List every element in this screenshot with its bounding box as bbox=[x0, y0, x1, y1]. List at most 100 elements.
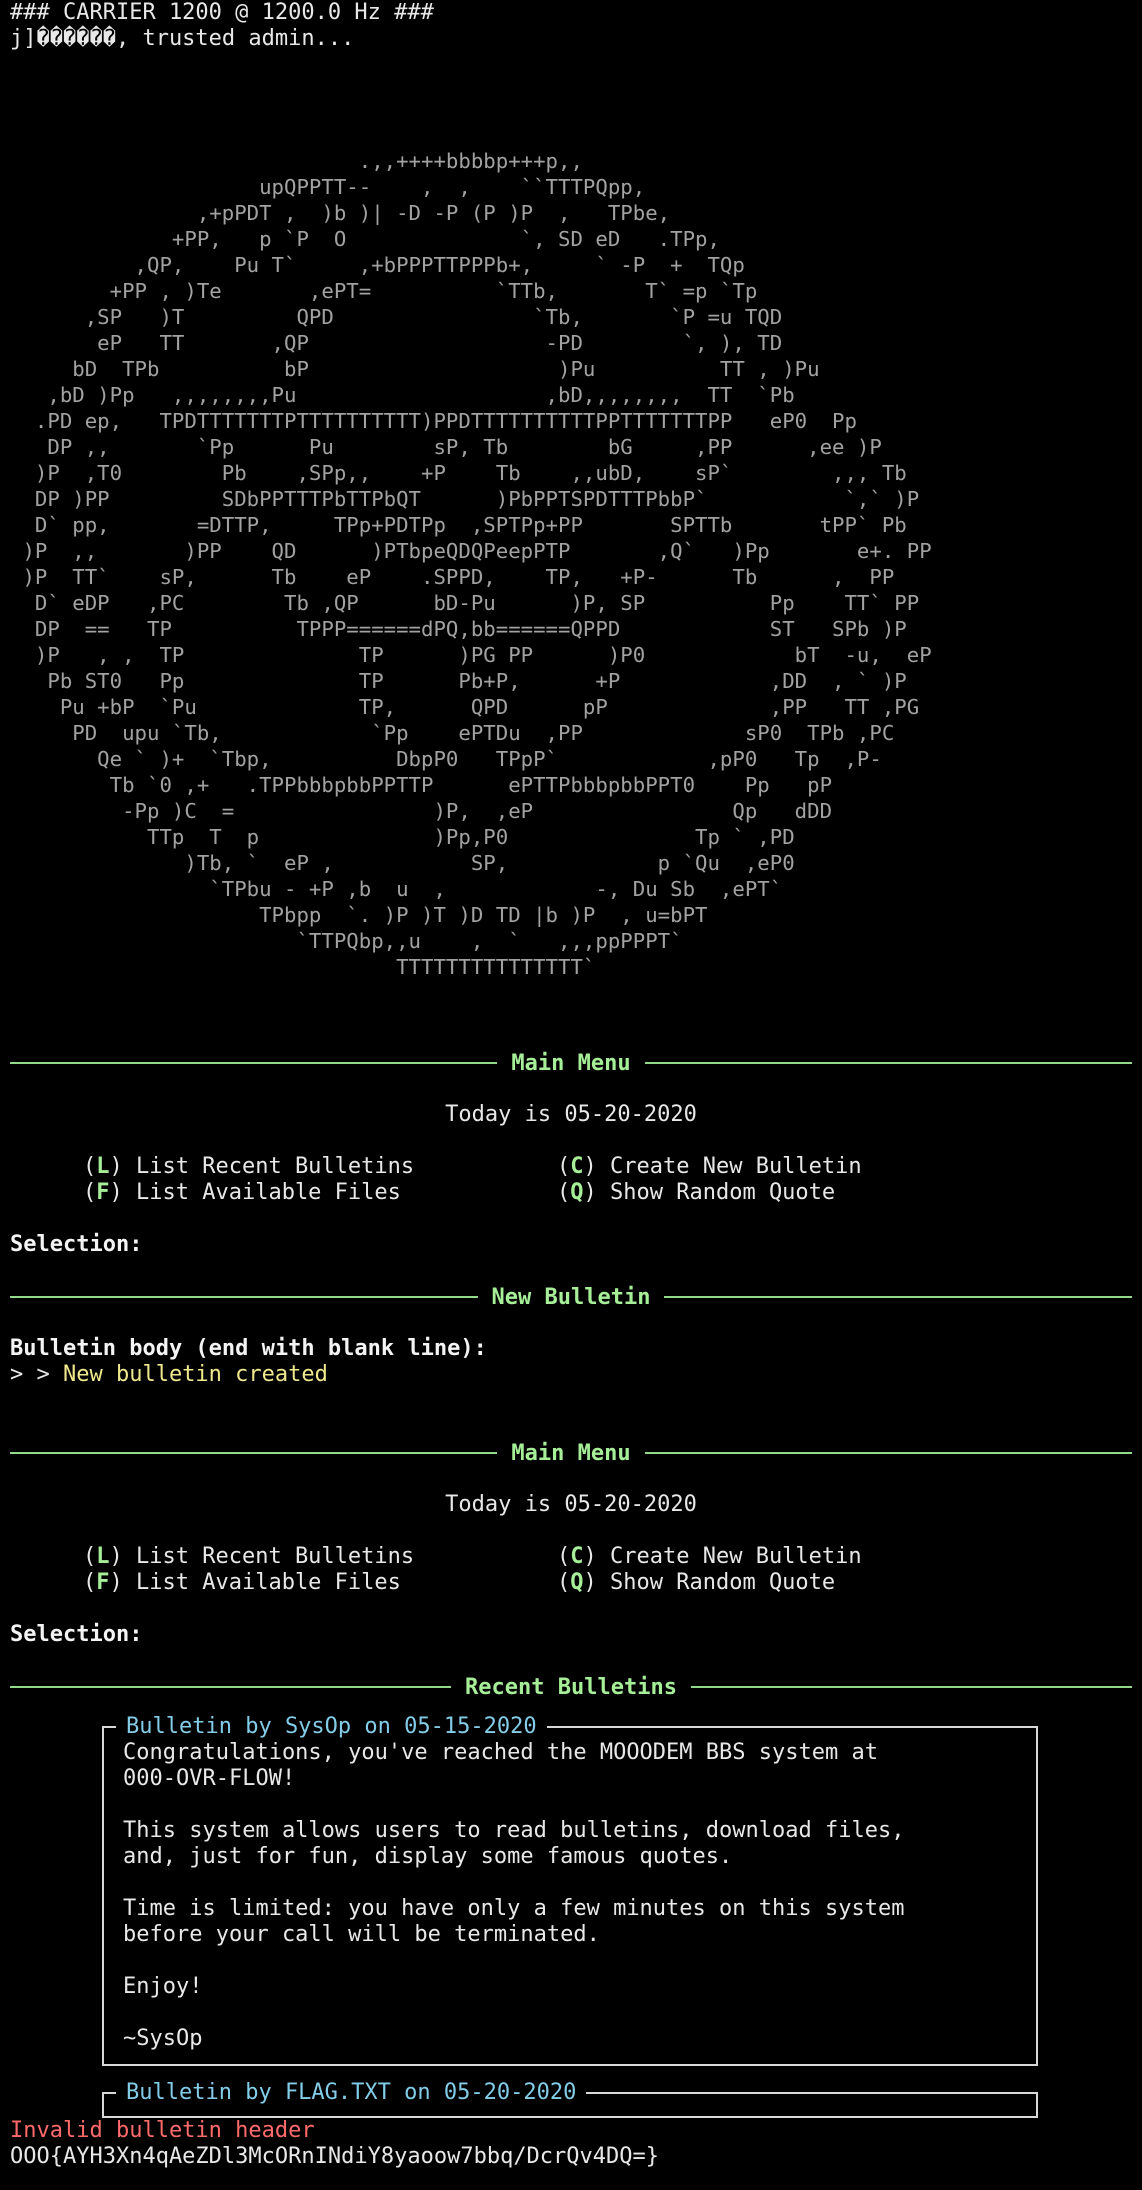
bulletin-created-message: New bulletin created bbox=[62, 1362, 328, 1387]
ascii-art-line: ,SP )T QPD `Tb, `P =u TQD bbox=[10, 305, 783, 329]
ascii-art-line: ,+pPDT , )b )| -D -P (P )P , TPbe, bbox=[10, 201, 671, 225]
ascii-art-line: Pu +bP `Pu TP, QPD pP ,PP TT ,PG bbox=[10, 695, 920, 719]
menu-item-list-bulletins[interactable]: (L) List Recent Bulletins bbox=[10, 1154, 557, 1180]
menu-key: F bbox=[96, 1570, 110, 1595]
bulletin-line bbox=[123, 1870, 1036, 1896]
ascii-art-line: TTp T p )Pp,P0 Tp ` ,PD bbox=[10, 825, 795, 849]
ascii-art-line: +PP , )Te ,ePT= `TTb, T` =p `Tp bbox=[10, 279, 758, 303]
ascii-art-line: `TPbu - +P ,b u , -, Du Sb ,ePT` bbox=[10, 877, 783, 901]
bulletin-line bbox=[123, 1792, 1036, 1818]
bulletin-body-prompt: Bulletin body (end with blank line): bbox=[10, 1336, 487, 1361]
ascii-art-line: )P ,T0 Pb ,SPp,, +P Tb ,,ubD, sP` ,,, Tb bbox=[10, 461, 907, 485]
ascii-art-line: )Tb, ` eP , SP, p `Qu ,eP0 bbox=[10, 851, 795, 875]
bulletin-input-line[interactable]: > > New bulletin created bbox=[10, 1362, 1132, 1388]
divider bbox=[10, 1062, 498, 1064]
ascii-art-line: `TTPQbp,,u , ` ,,,ppPPPT` bbox=[10, 929, 683, 953]
bulletin-line: This system allows users to read bulleti… bbox=[123, 1818, 905, 1843]
ascii-art-line: bD TPb bP )Pu TT , )Pu bbox=[10, 357, 820, 381]
bulletin-box: Bulletin by FLAG.TXT on 05-20-2020 bbox=[102, 2080, 1038, 2118]
menu-row: (F) List Available Files (Q) Show Random… bbox=[10, 1570, 1132, 1596]
menu-item-label: List Recent Bulletins bbox=[136, 1154, 415, 1179]
ascii-art-line: )P ,, )PP QD )PTbpeQDQPeepPTP ,Q` )Pp e+… bbox=[10, 539, 932, 563]
divider bbox=[10, 1296, 478, 1298]
main-menu-header: Main Menu bbox=[10, 1440, 1132, 1466]
menu-key: L bbox=[96, 1544, 110, 1569]
section-title: Main Menu bbox=[511, 1440, 631, 1466]
menu-item-create-bulletin[interactable]: (C) Create New Bulletin bbox=[557, 1544, 1104, 1570]
section-title: Main Menu bbox=[511, 1050, 631, 1076]
menu-item-list-bulletins[interactable]: (L) List Recent Bulletins bbox=[10, 1544, 557, 1570]
bulletin-header: Bulletin by SysOp on 05-15-2020 bbox=[116, 1714, 547, 1740]
menu-key: Q bbox=[570, 1570, 584, 1595]
ascii-art-line: .,,++++bbbbp+++p,, bbox=[10, 149, 583, 173]
menu-item-create-bulletin[interactable]: (C) Create New Bulletin bbox=[557, 1154, 1104, 1180]
menu-item-list-files[interactable]: (F) List Available Files bbox=[10, 1180, 557, 1206]
ascii-art-line: TTTTTTTTTTTTTTT` bbox=[10, 955, 596, 979]
menu-key: L bbox=[96, 1154, 110, 1179]
carrier-line: ### CARRIER 1200 @ 1200.0 Hz ### bbox=[10, 0, 434, 25]
menu-key: F bbox=[96, 1180, 110, 1205]
menu-key: Q bbox=[570, 1180, 584, 1205]
section-title: New Bulletin bbox=[491, 1284, 651, 1310]
menu-item-random-quote[interactable]: (Q) Show Random Quote bbox=[557, 1180, 1104, 1206]
menu-key: C bbox=[570, 1154, 584, 1179]
bulletin-header: Bulletin by FLAG.TXT on 05-20-2020 bbox=[116, 2080, 587, 2106]
selection-prompt[interactable]: Selection: bbox=[10, 1232, 1132, 1258]
input-marks: > > bbox=[10, 1362, 63, 1387]
date-line: Today is 05-20-2020 bbox=[445, 1102, 697, 1127]
ascii-art-line: -Pp )C = )P, ,eP Qp dDD bbox=[10, 799, 833, 823]
divider bbox=[10, 1686, 452, 1688]
menu-item-list-files[interactable]: (F) List Available Files bbox=[10, 1570, 557, 1596]
menu-row: (F) List Available Files (Q) Show Random… bbox=[10, 1180, 1132, 1206]
main-menu-header: Main Menu bbox=[10, 1050, 1132, 1076]
error-message: Invalid bulletin header bbox=[10, 2118, 315, 2143]
menu-key: C bbox=[570, 1544, 584, 1569]
menu-item-label: Show Random Quote bbox=[610, 1180, 836, 1205]
recent-bulletins-header: Recent Bulletins bbox=[10, 1674, 1133, 1700]
new-bulletin-header: New Bulletin bbox=[10, 1284, 1133, 1310]
bulletin-line: Enjoy! bbox=[123, 1974, 203, 1999]
bulletin-box: Bulletin by SysOp on 05-15-2020 Congratu… bbox=[102, 1714, 1038, 2066]
ascii-art-line: D` eDP ,PC Tb ,QP bD-Pu )P, SP Pp TT` PP bbox=[10, 591, 920, 615]
ascii-art-line: PD upu `Tb, `Pp ePTDu ,PP sP0 TPb ,PC bbox=[10, 721, 895, 745]
divider bbox=[664, 1296, 1133, 1298]
menu-row: (L) List Recent Bulletins (C) Create New… bbox=[10, 1154, 1132, 1180]
bulletin-line: Time is limited: you have only a few min… bbox=[123, 1896, 905, 1921]
ascii-art-line: eP TT ,QP -PD `, ), TD bbox=[10, 331, 783, 355]
ascii-art-line: ,bD )Pp ,,,,,,,,Pu ,bD,,,,,,,, TT `Pb bbox=[10, 383, 795, 407]
menu-item-label: Create New Bulletin bbox=[610, 1544, 862, 1569]
menu-item-random-quote[interactable]: (Q) Show Random Quote bbox=[557, 1570, 1104, 1596]
menu-item-label: Create New Bulletin bbox=[610, 1154, 862, 1179]
ascii-art-line: TPbpp `. )P )T )D TD |b )P , u=bPT bbox=[10, 903, 708, 927]
ascii-art-line: Qe ` )+ `Tbp, DbpP0 TPpP` ,pP0 Tp ,P- bbox=[10, 747, 882, 771]
divider bbox=[644, 1062, 1132, 1064]
section-title: Recent Bulletins bbox=[465, 1674, 677, 1700]
selection-prompt[interactable]: Selection: bbox=[10, 1622, 1132, 1648]
menu-row: (L) List Recent Bulletins (C) Create New… bbox=[10, 1544, 1132, 1570]
terminal-window[interactable]: ### CARRIER 1200 @ 1200.0 Hz ### j]�����… bbox=[0, 0, 1142, 2190]
ascii-art-line: Pb ST0 Pp TP Pb+P, +P ,DD , ` )P bbox=[10, 669, 907, 693]
divider bbox=[690, 1686, 1133, 1688]
flag-text: OOO{AYH3Xn4qAeZDl3McORnINdiY8yaoow7bbq/D… bbox=[10, 2144, 660, 2169]
login-line: j]������, trusted admin... bbox=[10, 26, 355, 51]
ascii-art-line: +PP, p `P O `, SD eD .TPp, bbox=[10, 227, 720, 251]
menu-item-label: List Available Files bbox=[136, 1180, 401, 1205]
ascii-art-line: D` pp, =DTTP, TPp+PDTPp ,SPTPp+PP SPTTb … bbox=[10, 513, 907, 537]
bulletin-line: and, just for fun, display some famous q… bbox=[123, 1844, 733, 1869]
ascii-art-line: .PD ep, TPDTTTTTTTPTTTTTTTTTT)PPDTTTTTTT… bbox=[10, 409, 857, 433]
ascii-art-line: upQPPTT-- , , ``TTTPQpp, bbox=[10, 175, 646, 199]
ascii-art-line: DP )PP SDbPPTTTPbTTPbQT )PbPPTSPDTTTPbbP… bbox=[10, 487, 920, 511]
ascii-logo: .,,++++bbbbp+++p,, upQPPTT-- , , ``TTTPQ… bbox=[10, 148, 1132, 980]
menu-item-label: List Available Files bbox=[136, 1570, 401, 1595]
bulletin-line bbox=[123, 2000, 1036, 2026]
ascii-art-line: DP ,, `Pp Pu sP, Tb bG ,PP ,ee )P bbox=[10, 435, 882, 459]
bulletin-line: ~SysOp bbox=[123, 2026, 203, 2051]
bulletin-line: 000-OVR-FLOW! bbox=[123, 1766, 296, 1791]
menu-item-label: List Recent Bulletins bbox=[136, 1544, 415, 1569]
bulletin-line: Congratulations, you've reached the MOOO… bbox=[123, 1740, 878, 1765]
ascii-art-line: DP == TP TPPP======dPQ,bb======QPPD ST S… bbox=[10, 617, 907, 641]
menu-item-label: Show Random Quote bbox=[610, 1570, 836, 1595]
ascii-art-line: ,QP, Pu T` ,+bPPPTTPPPb+, ` -P + TQp bbox=[10, 253, 745, 277]
ascii-art-line: )P TT` sP, Tb eP .SPPD, TP, +P- Tb , PP bbox=[10, 565, 895, 589]
bulletin-line bbox=[123, 1948, 1036, 1974]
